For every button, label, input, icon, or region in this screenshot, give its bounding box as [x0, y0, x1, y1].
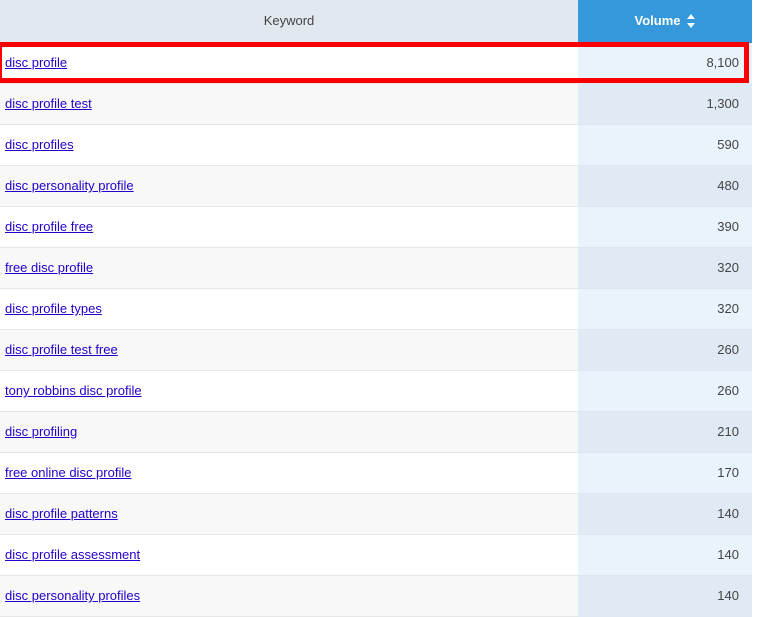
volume-cell: 170 [578, 452, 752, 494]
keyword-cell: disc profile test [0, 83, 578, 125]
table-row[interactable]: disc profiling 210 [0, 411, 752, 453]
volume-cell: 390 [578, 206, 752, 248]
volume-cell: 260 [578, 370, 752, 412]
column-header-volume-label: Volume [634, 13, 681, 29]
table-row[interactable]: free disc profile 320 [0, 247, 752, 289]
keyword-link[interactable]: free online disc profile [5, 465, 131, 480]
table-row[interactable]: disc profile test 1,300 [0, 83, 752, 125]
keyword-cell: free disc profile [0, 247, 578, 289]
volume-cell: 260 [578, 329, 752, 371]
keyword-cell: disc profile free [0, 206, 578, 248]
keyword-link[interactable]: disc profile types [5, 301, 102, 316]
keyword-cell: disc profile types [0, 288, 578, 330]
table-row[interactable]: disc profile assessment 140 [0, 534, 752, 576]
table-header: Keyword Volume [0, 0, 752, 43]
volume-cell: 320 [578, 247, 752, 289]
table-row[interactable]: disc personality profiles 140 [0, 575, 752, 617]
keyword-link[interactable]: disc profiles [5, 137, 74, 152]
column-header-volume[interactable]: Volume [578, 0, 752, 43]
volume-cell: 8,100 [578, 42, 752, 84]
volume-cell: 480 [578, 165, 752, 207]
volume-cell: 320 [578, 288, 752, 330]
table-row[interactable]: free online disc profile 170 [0, 452, 752, 494]
keyword-volume-table: Keyword Volume disc profile 8,100 disc pro… [0, 0, 752, 617]
table-row[interactable]: disc profile patterns 140 [0, 493, 752, 535]
keyword-link[interactable]: disc profile test [5, 96, 92, 111]
table-row[interactable]: disc profile test free 260 [0, 329, 752, 371]
keyword-volume-table-panel: Keyword Volume disc profile 8,100 disc pro… [0, 0, 757, 617]
keyword-link[interactable]: disc profile assessment [5, 547, 140, 562]
volume-cell: 1,300 [578, 83, 752, 125]
table-row[interactable]: disc profile types 320 [0, 288, 752, 330]
volume-cell: 140 [578, 575, 752, 617]
keyword-link[interactable]: disc personality profiles [5, 588, 140, 603]
table-header-row: Keyword Volume [0, 0, 752, 43]
sort-updown-icon[interactable] [686, 13, 696, 28]
keyword-link[interactable]: disc profiling [5, 424, 77, 439]
keyword-link[interactable]: tony robbins disc profile [5, 383, 142, 398]
table-body: disc profile 8,100 disc profile test 1,300 d… [0, 42, 752, 617]
table-row[interactable]: disc personality profile 480 [0, 165, 752, 207]
keyword-cell: disc personality profiles [0, 575, 578, 617]
column-header-keyword[interactable]: Keyword [0, 0, 578, 43]
keyword-link[interactable]: disc profile [5, 55, 67, 70]
keyword-link[interactable]: free disc profile [5, 260, 93, 275]
keyword-link[interactable]: disc profile test free [5, 342, 118, 357]
volume-cell: 590 [578, 124, 752, 166]
keyword-link[interactable]: disc personality profile [5, 178, 134, 193]
table-row[interactable]: disc profile 8,100 [0, 42, 752, 84]
volume-cell: 140 [578, 493, 752, 535]
keyword-cell: disc profile [0, 42, 578, 84]
keyword-link[interactable]: disc profile patterns [5, 506, 118, 521]
keyword-cell: free online disc profile [0, 452, 578, 494]
keyword-cell: disc profile patterns [0, 493, 578, 535]
keyword-cell: disc profiling [0, 411, 578, 453]
volume-cell: 210 [578, 411, 752, 453]
table-row[interactable]: disc profiles 590 [0, 124, 752, 166]
column-header-keyword-label: Keyword [263, 13, 315, 29]
table-row[interactable]: tony robbins disc profile 260 [0, 370, 752, 412]
keyword-cell: disc profile test free [0, 329, 578, 371]
volume-cell: 140 [578, 534, 752, 576]
keyword-cell: disc personality profile [0, 165, 578, 207]
keyword-link[interactable]: disc profile free [5, 219, 93, 234]
table-row[interactable]: disc profile free 390 [0, 206, 752, 248]
keyword-cell: disc profiles [0, 124, 578, 166]
keyword-cell: tony robbins disc profile [0, 370, 578, 412]
keyword-cell: disc profile assessment [0, 534, 578, 576]
